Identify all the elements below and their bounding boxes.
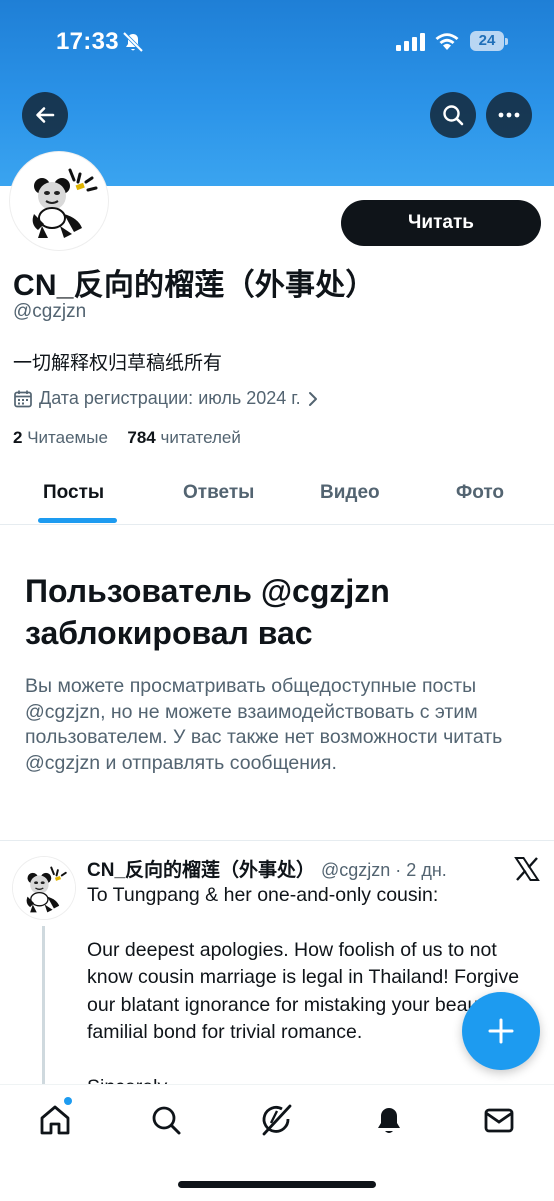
- bottom-navigation: [0, 1084, 554, 1201]
- following-count: 2: [13, 428, 23, 447]
- plus-icon: [488, 1018, 514, 1044]
- followers-link[interactable]: 784 читателей: [127, 428, 241, 447]
- profile-bio: 一切解释权归草稿纸所有: [13, 353, 223, 374]
- tab-photos[interactable]: Фото: [456, 482, 504, 504]
- active-tab-indicator: [38, 518, 117, 523]
- battery-indicator: 24: [470, 31, 510, 53]
- back-arrow-icon: [36, 107, 55, 123]
- more-options-button[interactable]: [486, 92, 532, 138]
- home-icon[interactable]: [38, 1103, 72, 1137]
- more-icon: [498, 112, 520, 118]
- tweet-header: CN_反向的榴莲（外事处） @cgzjzn · 2 дн.: [87, 855, 447, 882]
- wifi-icon: [435, 33, 459, 50]
- messages-icon[interactable]: [482, 1103, 516, 1137]
- chevron-right-icon: [308, 391, 317, 406]
- tab-replies[interactable]: Ответы: [183, 482, 254, 504]
- panda-meme-avatar-image: [12, 154, 106, 248]
- home-notification-dot: [64, 1097, 72, 1105]
- followers-label: читателей: [160, 428, 241, 447]
- profile-avatar[interactable]: [10, 152, 108, 250]
- join-date[interactable]: Дата регистрации: июль 2024 г.: [13, 388, 319, 409]
- cellular-signal-icon: [396, 33, 425, 51]
- home-indicator: [178, 1181, 376, 1188]
- grok-icon[interactable]: [260, 1103, 294, 1137]
- search-icon: [443, 105, 464, 126]
- panda-meme-avatar-image: [13, 857, 75, 919]
- notifications-icon[interactable]: [372, 1103, 406, 1137]
- explore-icon[interactable]: [149, 1103, 183, 1137]
- bell-off-icon: [122, 31, 144, 53]
- thread-line: [42, 926, 45, 1084]
- tweet-author-avatar[interactable]: [13, 857, 75, 919]
- follow-button[interactable]: Читать: [341, 200, 541, 246]
- tweet-meta: @cgzjzn · 2 дн.: [321, 860, 447, 880]
- tweet-author-name[interactable]: CN_反向的榴莲（外事处）: [87, 860, 315, 881]
- join-date-text: Дата регистрации: июль 2024 г.: [39, 388, 301, 408]
- profile-display-name: CN_反向的榴莲（外事处）: [13, 269, 376, 302]
- tab-video[interactable]: Видео: [320, 482, 380, 504]
- status-bar: 17:33 24: [0, 0, 554, 80]
- battery-level: 24: [470, 31, 504, 51]
- divider: [0, 840, 554, 841]
- following-link[interactable]: 2 Читаемые: [13, 428, 108, 447]
- following-label: Читаемые: [27, 428, 108, 447]
- status-time: 17:33: [56, 28, 119, 55]
- compose-button[interactable]: [462, 992, 540, 1070]
- profile-handle: @cgzjzn: [13, 301, 87, 322]
- search-button[interactable]: [430, 92, 476, 138]
- x-logo-icon: [514, 857, 540, 881]
- blocked-notice-title: Пользователь @cgzjzn заблокировал вас: [25, 573, 390, 651]
- tab-posts[interactable]: Посты: [43, 482, 104, 504]
- followers-count: 784: [127, 428, 156, 447]
- calendar-icon: [14, 390, 32, 407]
- back-button[interactable]: [22, 92, 68, 138]
- profile-tabs: Посты Ответы Видео Фото: [0, 466, 554, 525]
- follow-stats: 2 Читаемые 784 читателей: [13, 428, 241, 448]
- blocked-notice-body: Вы можете просматривать общедоступные по…: [25, 675, 503, 774]
